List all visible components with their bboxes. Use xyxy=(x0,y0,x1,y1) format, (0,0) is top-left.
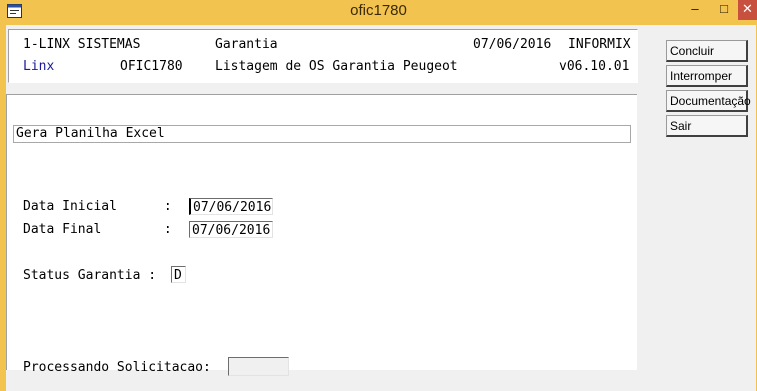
interromper-button[interactable]: Interromper xyxy=(666,65,748,87)
brand-name: Linx xyxy=(23,59,55,74)
status-garantia-label: Status Garantia : xyxy=(23,268,157,283)
maximize-button[interactable]: □ xyxy=(710,0,738,20)
data-final-input[interactable]: 07/06/2016 xyxy=(189,221,273,238)
company-name: 1-LINX SISTEMAS xyxy=(23,37,141,52)
title-bar[interactable]: ofic1780 – □ ✕ xyxy=(0,0,757,25)
window-title: ofic1780 xyxy=(350,2,407,19)
processing-status-field xyxy=(228,357,289,376)
processing-label: Processando Solicitacao: xyxy=(23,360,211,375)
header-panel: 1-LINX SISTEMAS Garantia 07/06/2016 INFO… xyxy=(8,29,638,83)
documentacao-button[interactable]: Documentação xyxy=(666,90,751,112)
form-panel: Gera Planilha Excel Data Inicial : 07/06… xyxy=(6,94,637,376)
data-final-label: Data Final : xyxy=(23,222,172,237)
section-title: Gera Planilha Excel xyxy=(13,125,631,143)
header-date: 07/06/2016 xyxy=(473,37,552,52)
close-button[interactable]: ✕ xyxy=(738,0,757,20)
program-description: Listagem de OS Garantia Peugeot xyxy=(215,59,458,74)
version-label: v06.10.01 xyxy=(559,59,630,74)
module-name: Garantia xyxy=(215,37,278,52)
program-code: OFIC1780 xyxy=(120,59,183,74)
data-inicial-label: Data Inicial : xyxy=(23,199,172,214)
sair-button[interactable]: Sair xyxy=(666,115,748,137)
data-inicial-input[interactable]: 07/06/2016 xyxy=(189,198,273,215)
minimize-button[interactable]: – xyxy=(680,0,710,20)
concluir-button[interactable]: Concluir xyxy=(666,40,748,62)
status-garantia-input[interactable]: D xyxy=(171,266,186,283)
database-name: INFORMIX xyxy=(568,37,631,52)
